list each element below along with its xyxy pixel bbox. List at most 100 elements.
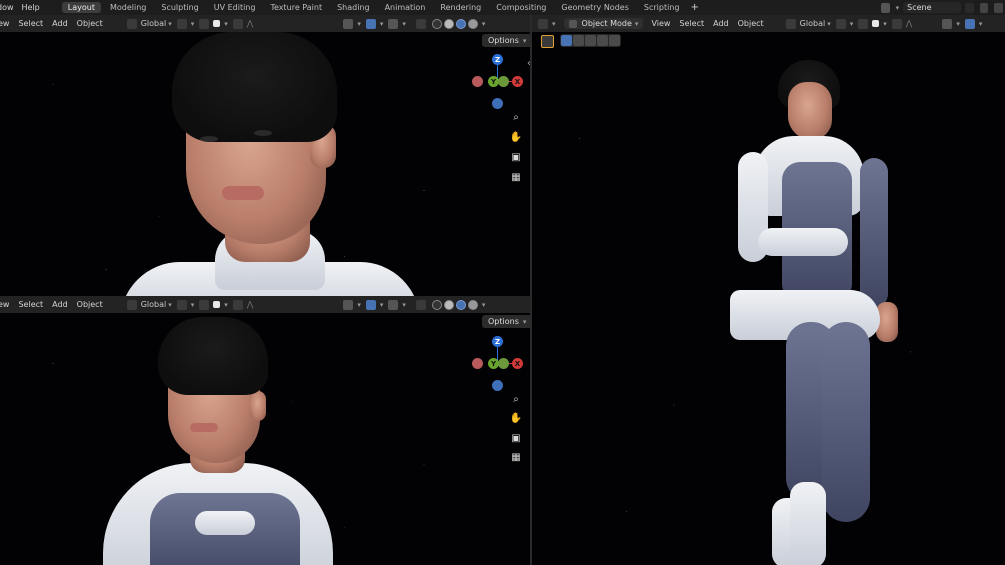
gizmo-x-axis[interactable]: X (512, 358, 523, 369)
tab-uv-editing[interactable]: UV Editing (208, 2, 262, 13)
select-intersect-icon[interactable] (609, 35, 620, 46)
grid-perspective-icon[interactable]: ▦ (508, 449, 524, 465)
visibility-dropdown[interactable]: ▾ (343, 18, 361, 29)
navigation-gizmo[interactable]: Z Y X (472, 54, 526, 114)
visibility-dropdown[interactable]: ▾ (942, 18, 960, 29)
menu-view[interactable]: ew (0, 19, 9, 28)
scene-name-field[interactable]: Scene (903, 2, 962, 13)
menu-object[interactable]: Object (77, 19, 103, 28)
options-dropdown[interactable]: Options ▾ (482, 34, 530, 47)
overlay-toggle[interactable]: ▾ (388, 18, 406, 29)
chevron-down-icon[interactable]: ▾ (482, 20, 486, 28)
overlay-toggle[interactable]: ▾ (388, 299, 406, 310)
tab-geometry-nodes[interactable]: Geometry Nodes (555, 2, 634, 13)
options-label: Options (488, 36, 519, 45)
menu-object[interactable]: Object (738, 19, 764, 28)
viewport-top-left[interactable]: Options ▾ Z Y X ⌕ ✋ ▣ ▦ (0, 32, 530, 296)
tab-animation[interactable]: Animation (379, 2, 432, 13)
gizmo-z-axis[interactable]: Z (492, 54, 503, 65)
grid-perspective-icon[interactable]: ▦ (508, 169, 524, 185)
rendered-shading-icon[interactable] (467, 18, 478, 29)
copy-scene-icon[interactable] (979, 2, 989, 13)
gizmo-neg-z-axis[interactable] (492, 98, 503, 109)
select-cursor-icon[interactable] (541, 35, 554, 48)
select-extend-icon[interactable] (573, 35, 584, 46)
gizmo-neg-y-axis[interactable] (498, 358, 509, 369)
pan-hand-icon[interactable]: ✋ (508, 410, 524, 426)
gizmo-neg-y-axis[interactable] (498, 76, 509, 87)
transform-orientation-dropdown[interactable]: Global ▾ (126, 18, 172, 29)
menu-help[interactable]: Help (22, 3, 48, 12)
tab-scripting[interactable]: Scripting (638, 2, 686, 13)
gizmo-toggle[interactable]: ▾ (365, 18, 383, 29)
tab-compositing[interactable]: Compositing (490, 2, 552, 13)
menu-add[interactable]: Add (52, 300, 68, 309)
tab-sculpting[interactable]: Sculpting (155, 2, 204, 13)
camera-icon[interactable]: ▣ (508, 430, 524, 446)
chevron-down-icon[interactable]: ▾ (896, 4, 900, 12)
solid-shading-icon[interactable] (443, 299, 454, 310)
menu-view[interactable]: ew (0, 300, 9, 309)
xray-icon[interactable] (415, 299, 426, 310)
viewport-right[interactable] (532, 32, 1005, 565)
pivot-point-dropdown[interactable]: ▾ (835, 18, 853, 29)
transform-orientation-dropdown[interactable]: Global ▾ (785, 18, 831, 29)
proportional-edit-toggle[interactable]: ⋀ (232, 299, 253, 310)
gizmo-z-axis[interactable]: Z (492, 336, 503, 347)
menu-select[interactable]: Select (679, 19, 704, 28)
gizmo-toggle[interactable]: ▾ (964, 18, 982, 29)
select-subtract-icon[interactable] (585, 35, 596, 46)
menu-view[interactable]: View (651, 19, 670, 28)
snap-toggle[interactable]: ▾ (199, 18, 228, 29)
menu-window[interactable]: dow (0, 3, 22, 12)
object-mode-dropdown[interactable]: Object Mode ▾ (563, 18, 644, 29)
scene-icon[interactable] (881, 2, 890, 13)
pin-icon[interactable] (965, 2, 974, 13)
gizmo-neg-z-axis[interactable] (492, 380, 503, 391)
camera-icon[interactable]: ▣ (508, 149, 524, 165)
options-dropdown[interactable]: Options ▾ (482, 315, 530, 328)
wireframe-shading-icon[interactable] (431, 18, 442, 29)
menu-add[interactable]: Add (52, 19, 68, 28)
add-workspace-button[interactable]: + (690, 2, 698, 13)
visibility-dropdown[interactable]: ▾ (343, 299, 361, 310)
material-preview-icon[interactable] (455, 299, 466, 310)
snap-toggle[interactable]: ▾ (199, 299, 228, 310)
gizmo-x-axis[interactable]: X (512, 76, 523, 87)
chevron-down-icon: ▾ (357, 300, 361, 309)
tab-texture-paint[interactable]: Texture Paint (264, 2, 328, 13)
select-new-icon[interactable] (561, 35, 572, 46)
menu-select[interactable]: Select (18, 19, 43, 28)
tab-layout[interactable]: Layout (61, 2, 101, 13)
pivot-point-dropdown[interactable]: ▾ (176, 18, 194, 29)
xray-icon[interactable] (415, 18, 426, 29)
zoom-icon[interactable]: ⌕ (508, 109, 524, 125)
tab-modeling[interactable]: Modeling (104, 2, 152, 13)
pan-hand-icon[interactable]: ✋ (508, 129, 524, 145)
menu-select[interactable]: Select (18, 300, 43, 309)
zoom-icon[interactable]: ⌕ (508, 391, 524, 407)
rendered-shading-icon[interactable] (467, 299, 478, 310)
proportional-edit-toggle[interactable]: ⋀ (891, 18, 912, 29)
gizmo-toggle[interactable]: ▾ (365, 299, 383, 310)
chevron-down-icon[interactable]: ▾ (482, 301, 486, 309)
proportional-edit-toggle[interactable]: ⋀ (232, 18, 253, 29)
menu-add[interactable]: Add (713, 19, 729, 28)
menu-object[interactable]: Object (77, 300, 103, 309)
material-preview-icon[interactable] (455, 18, 466, 29)
transform-orientation-dropdown[interactable]: Global ▾ (126, 299, 172, 310)
tab-rendering[interactable]: Rendering (434, 2, 487, 13)
close-icon[interactable] (994, 2, 1004, 13)
navigation-gizmo[interactable]: Z Y X (472, 336, 526, 396)
gizmo-neg-x-axis[interactable] (472, 76, 483, 87)
orientation-label: Global (140, 19, 167, 28)
tab-shading[interactable]: Shading (331, 2, 376, 13)
wireframe-shading-icon[interactable] (431, 299, 442, 310)
gizmo-neg-x-axis[interactable] (472, 358, 483, 369)
snap-toggle[interactable]: ▾ (858, 18, 887, 29)
viewport-bottom-left[interactable]: Options ▾ Z Y X ⌕ ✋ ▣ ▦ (0, 313, 530, 565)
pivot-point-dropdown[interactable]: ▾ (176, 299, 194, 310)
editor-type-dropdown[interactable]: ▾ (538, 18, 556, 29)
solid-shading-icon[interactable] (443, 18, 454, 29)
select-difference-icon[interactable] (597, 35, 608, 46)
